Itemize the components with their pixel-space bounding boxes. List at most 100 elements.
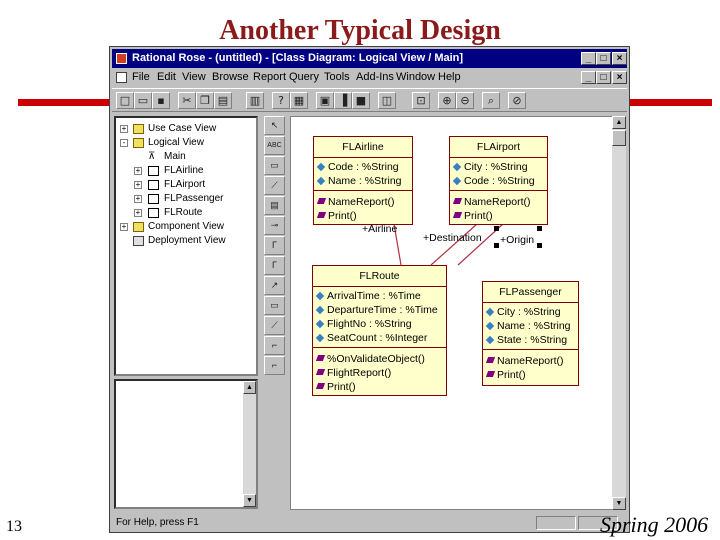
- documentation-pane[interactable]: ▲ ▼: [114, 379, 258, 509]
- menu-file[interactable]: File: [132, 71, 150, 83]
- aggregation-tool-icon[interactable]: Γ: [264, 256, 285, 275]
- attribute-row[interactable]: Name : %String: [483, 319, 578, 333]
- tree-item-component-view[interactable]: + Component View: [120, 220, 250, 234]
- attribute-row[interactable]: Code : %String: [450, 174, 547, 188]
- menu-edit[interactable]: Edit: [157, 71, 176, 83]
- attribute-row[interactable]: State : %String: [483, 333, 578, 347]
- undo-fit-icon[interactable]: ⊘: [508, 92, 526, 109]
- selection-handle[interactable]: [494, 226, 499, 231]
- class-flpassenger[interactable]: FLPassenger City : %String Name : %Strin…: [482, 281, 579, 386]
- operation-row[interactable]: Print(): [483, 368, 578, 382]
- cut-icon[interactable]: ✂: [178, 92, 196, 109]
- model-browser[interactable]: + Use Case View - Logical View ⊼ Main + …: [114, 116, 258, 376]
- scroll-up-icon[interactable]: ▲: [612, 116, 626, 129]
- role-origin[interactable]: +Origin: [500, 234, 534, 246]
- close-button[interactable]: ×: [612, 52, 627, 65]
- attribute-row[interactable]: ArrivalTime : %Time: [313, 289, 446, 303]
- menu-query[interactable]: Query: [289, 71, 319, 83]
- menu-add-ins[interactable]: Add-Ins: [356, 71, 394, 83]
- menu-window[interactable]: Window: [396, 71, 435, 83]
- class-flroute[interactable]: FLRoute ArrivalTime : %Time DepartureTim…: [312, 265, 447, 396]
- operation-row[interactable]: NameReport(): [314, 195, 412, 209]
- diagram-vertical-scrollbar[interactable]: ▲ ▼: [612, 116, 626, 510]
- menu-view[interactable]: View: [182, 71, 206, 83]
- menu-report[interactable]: Report: [253, 71, 286, 83]
- doc-restore-button[interactable]: □: [596, 71, 611, 84]
- menu-tools[interactable]: Tools: [324, 71, 350, 83]
- attribute-row[interactable]: FlightNo : %String: [313, 317, 446, 331]
- anchor-tool-icon[interactable]: ⟋: [264, 176, 285, 195]
- copy-icon[interactable]: ❐: [196, 92, 214, 109]
- doc-close-button[interactable]: ×: [612, 71, 627, 84]
- operation-row[interactable]: %OnValidateObject(): [313, 352, 446, 366]
- package-tool-icon[interactable]: ▭: [264, 296, 285, 315]
- interface-tool-icon[interactable]: ⊸: [264, 216, 285, 235]
- component-diagram-icon[interactable]: ■: [352, 92, 370, 109]
- operation-row[interactable]: Print(): [313, 380, 446, 394]
- window-titlebar[interactable]: Rational Rose - (untitled) - [Class Diag…: [112, 49, 627, 68]
- attribute-row[interactable]: City : %String: [450, 160, 547, 174]
- attribute-row[interactable]: City : %String: [483, 305, 578, 319]
- expand-icon[interactable]: +: [120, 223, 128, 231]
- tree-item-logical-view[interactable]: - Logical View: [120, 136, 250, 150]
- tree-item-main[interactable]: ⊼ Main: [120, 150, 250, 164]
- selection-tool-icon[interactable]: ↖: [264, 116, 285, 135]
- operation-row[interactable]: Print(): [314, 209, 412, 223]
- tree-item-flairport[interactable]: + FLAirport: [120, 178, 250, 192]
- attribute-row[interactable]: DepartureTime : %Time: [313, 303, 446, 317]
- doc-scrollbar[interactable]: ▲ ▼: [243, 381, 256, 507]
- menu-browse[interactable]: Browse: [212, 71, 249, 83]
- class-diagram-icon[interactable]: ▣: [316, 92, 334, 109]
- parent-icon[interactable]: ⊡: [412, 92, 430, 109]
- attribute-row[interactable]: Name : %String: [314, 174, 412, 188]
- tree-item-flpassenger[interactable]: + FLPassenger: [120, 192, 250, 206]
- minimize-button[interactable]: _: [581, 52, 596, 65]
- expand-icon[interactable]: +: [134, 209, 142, 217]
- class-flairport[interactable]: FLAirport City : %String Code : %String …: [449, 136, 548, 225]
- instantiates-tool-icon[interactable]: ⌐: [264, 356, 285, 375]
- operation-row[interactable]: NameReport(): [483, 354, 578, 368]
- class-diagram-canvas[interactable]: FLAirline Code : %String Name : %String …: [290, 116, 624, 510]
- menu-help[interactable]: Help: [438, 71, 461, 83]
- operation-row[interactable]: FlightReport(): [313, 366, 446, 380]
- document-icon[interactable]: [116, 72, 127, 83]
- class-tool-icon[interactable]: ▤: [264, 196, 285, 215]
- selection-handle[interactable]: [494, 243, 499, 248]
- association-tool-icon[interactable]: Γ: [264, 236, 285, 255]
- fit-window-icon[interactable]: ⌕: [482, 92, 500, 109]
- doc-minimize-button[interactable]: _: [581, 71, 596, 84]
- interaction-diagram-icon[interactable]: ▐: [334, 92, 352, 109]
- scroll-thumb[interactable]: [612, 130, 626, 146]
- expand-icon[interactable]: +: [120, 125, 128, 133]
- scroll-up-icon[interactable]: ▲: [243, 381, 256, 394]
- destination-association-line[interactable]: [430, 223, 478, 266]
- collapse-icon[interactable]: -: [120, 139, 128, 147]
- new-file-icon[interactable]: □: [116, 92, 134, 109]
- deployment-diagram-icon[interactable]: ◫: [378, 92, 396, 109]
- expand-icon[interactable]: +: [134, 167, 142, 175]
- role-airline[interactable]: +Airline: [362, 223, 397, 235]
- operation-row[interactable]: Print(): [450, 209, 547, 223]
- tree-item-flairline[interactable]: + FLAirline: [120, 164, 250, 178]
- context-help-icon[interactable]: ?: [272, 92, 290, 109]
- save-icon[interactable]: ▪: [152, 92, 170, 109]
- browse-icon[interactable]: ▦: [290, 92, 308, 109]
- realize-tool-icon[interactable]: ⌐: [264, 336, 285, 355]
- expand-icon[interactable]: +: [134, 195, 142, 203]
- zoom-in-icon[interactable]: ⊕: [438, 92, 456, 109]
- generalization-tool-icon[interactable]: ↗: [264, 276, 285, 295]
- dependency-tool-icon[interactable]: ⟋: [264, 316, 285, 335]
- tree-item-use-case-view[interactable]: + Use Case View: [120, 122, 250, 136]
- selection-handle[interactable]: [537, 243, 542, 248]
- paste-icon[interactable]: ▤: [214, 92, 232, 109]
- tree-item-flroute[interactable]: + FLRoute: [120, 206, 250, 220]
- selection-handle[interactable]: [537, 226, 542, 231]
- zoom-out-icon[interactable]: ⊖: [456, 92, 474, 109]
- attribute-row[interactable]: SeatCount : %Integer: [313, 331, 446, 345]
- open-folder-icon[interactable]: ▭: [134, 92, 152, 109]
- scroll-down-icon[interactable]: ▼: [612, 497, 626, 510]
- role-destination[interactable]: +Destination: [423, 232, 482, 244]
- text-tool-icon[interactable]: ABC: [264, 136, 285, 155]
- print-icon[interactable]: ▥: [246, 92, 264, 109]
- maximize-button[interactable]: □: [596, 52, 611, 65]
